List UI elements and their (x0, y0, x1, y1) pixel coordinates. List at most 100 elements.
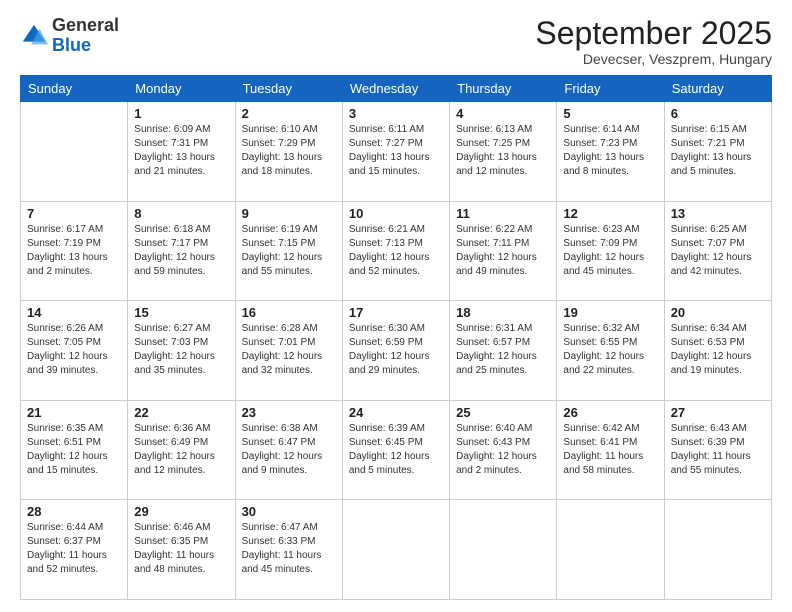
table-row: 12 Sunrise: 6:23 AMSunset: 7:09 PMDayligh… (557, 201, 664, 301)
day-number: 29 (134, 504, 228, 519)
day-info: Sunrise: 6:11 AMSunset: 7:27 PMDaylight:… (349, 123, 443, 179)
day-number: 10 (349, 206, 443, 221)
header-friday: Friday (557, 76, 664, 102)
day-info: Sunrise: 6:47 AMSunset: 6:33 PMDaylight:… (242, 521, 336, 577)
month-title: September 2025 (535, 16, 772, 51)
logo-icon (20, 22, 48, 50)
day-info: Sunrise: 6:25 AMSunset: 7:07 PMDaylight:… (671, 223, 765, 279)
calendar-week-row: 1 Sunrise: 6:09 AMSunset: 7:31 PMDaylight… (21, 102, 772, 202)
title-block: September 2025 Devecser, Veszprem, Hunga… (535, 16, 772, 67)
table-row: 6Sunrise: 6:15 AMSunset: 7:21 PMDaylight… (664, 102, 771, 202)
table-row: 17 Sunrise: 6:30 AMSunset: 6:59 PMDayligh… (342, 301, 449, 401)
day-number: 3 (349, 106, 443, 121)
header-sunday: Sunday (21, 76, 128, 102)
day-info: Sunrise: 6:13 AMSunset: 7:25 PMDaylight:… (456, 123, 550, 179)
table-row: 29 Sunrise: 6:46 AMSunset: 6:35 PMDayligh… (128, 500, 235, 600)
day-info: Sunrise: 6:46 AMSunset: 6:35 PMDaylight:… (134, 521, 228, 577)
header-thursday: Thursday (450, 76, 557, 102)
table-row: 22Sunrise: 6:36 AMSunset: 6:49 PMDayligh… (128, 400, 235, 500)
day-number: 5 (563, 106, 657, 121)
day-info: Sunrise: 6:42 AMSunset: 6:41 PMDaylight:… (563, 422, 657, 478)
day-info: Sunrise: 6:19 AMSunset: 7:15 PMDaylight:… (242, 223, 336, 279)
day-info: Sunrise: 6:35 AMSunset: 6:51 PMDaylight:… (27, 422, 121, 478)
calendar-week-row: 14Sunrise: 6:26 AMSunset: 7:05 PMDayligh… (21, 301, 772, 401)
table-row: 1 Sunrise: 6:09 AMSunset: 7:31 PMDaylight… (128, 102, 235, 202)
page: General Blue September 2025 Devecser, Ve… (0, 0, 792, 612)
weekday-header-row: Sunday Monday Tuesday Wednesday Thursday… (21, 76, 772, 102)
day-info: Sunrise: 6:18 AMSunset: 7:17 PMDaylight:… (134, 223, 228, 279)
table-row (21, 102, 128, 202)
day-number: 25 (456, 405, 550, 420)
day-info: Sunrise: 6:39 AMSunset: 6:45 PMDaylight:… (349, 422, 443, 478)
day-number: 6 (671, 106, 765, 121)
day-info: Sunrise: 6:09 AMSunset: 7:31 PMDaylight:… (134, 123, 228, 179)
table-row: 5 Sunrise: 6:14 AMSunset: 7:23 PMDaylight… (557, 102, 664, 202)
table-row: 8 Sunrise: 6:18 AMSunset: 7:17 PMDaylight… (128, 201, 235, 301)
day-number: 7 (27, 206, 121, 221)
day-number: 17 (349, 305, 443, 320)
day-info: Sunrise: 6:23 AMSunset: 7:09 PMDaylight:… (563, 223, 657, 279)
table-row: 9 Sunrise: 6:19 AMSunset: 7:15 PMDaylight… (235, 201, 342, 301)
day-info: Sunrise: 6:32 AMSunset: 6:55 PMDaylight:… (563, 322, 657, 378)
table-row: 15 Sunrise: 6:27 AMSunset: 7:03 PMDayligh… (128, 301, 235, 401)
day-info: Sunrise: 6:36 AMSunset: 6:49 PMDaylight:… (134, 422, 228, 478)
day-info: Sunrise: 6:28 AMSunset: 7:01 PMDaylight:… (242, 322, 336, 378)
table-row: 20Sunrise: 6:34 AMSunset: 6:53 PMDayligh… (664, 301, 771, 401)
day-number: 21 (27, 405, 121, 420)
table-row: 13 Sunrise: 6:25 AMSunset: 7:07 PMDayligh… (664, 201, 771, 301)
day-number: 13 (671, 206, 765, 221)
day-info: Sunrise: 6:44 AMSunset: 6:37 PMDaylight:… (27, 521, 121, 577)
header-tuesday: Tuesday (235, 76, 342, 102)
day-number: 18 (456, 305, 550, 320)
calendar-week-row: 28 Sunrise: 6:44 AMSunset: 6:37 PMDayligh… (21, 500, 772, 600)
day-info: Sunrise: 6:43 AMSunset: 6:39 PMDaylight:… (671, 422, 765, 478)
table-row (557, 500, 664, 600)
day-info: Sunrise: 6:34 AMSunset: 6:53 PMDaylight:… (671, 322, 765, 378)
day-number: 19 (563, 305, 657, 320)
table-row: 4 Sunrise: 6:13 AMSunset: 7:25 PMDaylight… (450, 102, 557, 202)
table-row: 10 Sunrise: 6:21 AMSunset: 7:13 PMDayligh… (342, 201, 449, 301)
header-monday: Monday (128, 76, 235, 102)
day-info: Sunrise: 6:14 AMSunset: 7:23 PMDaylight:… (563, 123, 657, 179)
day-number: 1 (134, 106, 228, 121)
table-row: 27 Sunrise: 6:43 AMSunset: 6:39 PMDayligh… (664, 400, 771, 500)
day-number: 30 (242, 504, 336, 519)
day-number: 28 (27, 504, 121, 519)
day-number: 9 (242, 206, 336, 221)
table-row: 19 Sunrise: 6:32 AMSunset: 6:55 PMDayligh… (557, 301, 664, 401)
table-row: 23Sunrise: 6:38 AMSunset: 6:47 PMDayligh… (235, 400, 342, 500)
table-row: 24 Sunrise: 6:39 AMSunset: 6:45 PMDayligh… (342, 400, 449, 500)
day-number: 15 (134, 305, 228, 320)
day-info: Sunrise: 6:21 AMSunset: 7:13 PMDaylight:… (349, 223, 443, 279)
location: Devecser, Veszprem, Hungary (535, 51, 772, 67)
day-number: 16 (242, 305, 336, 320)
day-number: 8 (134, 206, 228, 221)
calendar: Sunday Monday Tuesday Wednesday Thursday… (20, 75, 772, 600)
header-wednesday: Wednesday (342, 76, 449, 102)
day-number: 27 (671, 405, 765, 420)
table-row: 14Sunrise: 6:26 AMSunset: 7:05 PMDayligh… (21, 301, 128, 401)
day-info: Sunrise: 6:22 AMSunset: 7:11 PMDaylight:… (456, 223, 550, 279)
table-row: 21 Sunrise: 6:35 AMSunset: 6:51 PMDayligh… (21, 400, 128, 500)
day-info: Sunrise: 6:17 AMSunset: 7:19 PMDaylight:… (27, 223, 121, 279)
day-info: Sunrise: 6:10 AMSunset: 7:29 PMDaylight:… (242, 123, 336, 179)
logo: General Blue (20, 16, 119, 56)
day-number: 12 (563, 206, 657, 221)
day-number: 2 (242, 106, 336, 121)
day-number: 23 (242, 405, 336, 420)
table-row: 11 Sunrise: 6:22 AMSunset: 7:11 PMDayligh… (450, 201, 557, 301)
day-number: 4 (456, 106, 550, 121)
header: General Blue September 2025 Devecser, Ve… (20, 16, 772, 67)
day-info: Sunrise: 6:26 AMSunset: 7:05 PMDaylight:… (27, 322, 121, 378)
logo-blue-text: Blue (52, 35, 91, 55)
day-info: Sunrise: 6:40 AMSunset: 6:43 PMDaylight:… (456, 422, 550, 478)
table-row: 7 Sunrise: 6:17 AMSunset: 7:19 PMDaylight… (21, 201, 128, 301)
day-number: 24 (349, 405, 443, 420)
header-saturday: Saturday (664, 76, 771, 102)
day-info: Sunrise: 6:27 AMSunset: 7:03 PMDaylight:… (134, 322, 228, 378)
table-row: 26Sunrise: 6:42 AMSunset: 6:41 PMDayligh… (557, 400, 664, 500)
day-number: 11 (456, 206, 550, 221)
table-row: 28 Sunrise: 6:44 AMSunset: 6:37 PMDayligh… (21, 500, 128, 600)
day-info: Sunrise: 6:30 AMSunset: 6:59 PMDaylight:… (349, 322, 443, 378)
table-row: 25 Sunrise: 6:40 AMSunset: 6:43 PMDayligh… (450, 400, 557, 500)
